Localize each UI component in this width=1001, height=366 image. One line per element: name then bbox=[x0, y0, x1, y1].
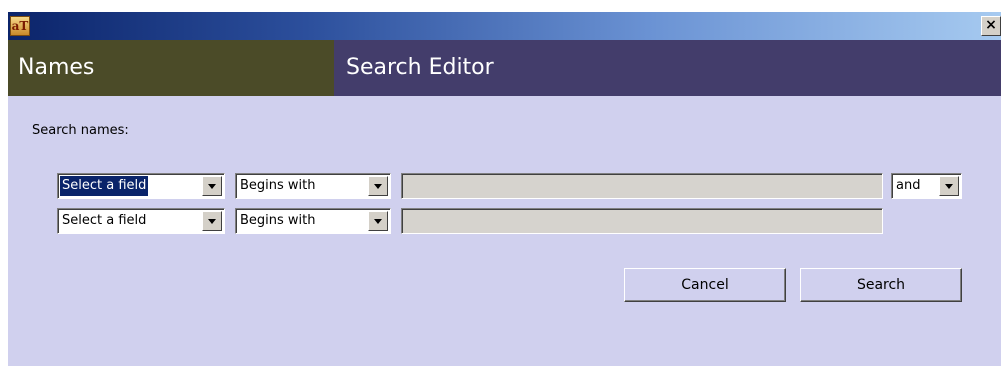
section-title: Names bbox=[8, 40, 334, 96]
operator-select-2[interactable]: Begins with bbox=[235, 208, 391, 234]
field-select-2[interactable]: Select a field bbox=[57, 208, 225, 234]
value-input-2[interactable] bbox=[401, 208, 883, 234]
cancel-button[interactable]: Cancel bbox=[624, 268, 786, 302]
operator-select-1[interactable]: Begins with bbox=[235, 173, 391, 199]
search-editor-window: aT × Names Search Editor Search names: S… bbox=[8, 12, 1001, 366]
field-select-2-value: Select a field bbox=[62, 213, 147, 228]
conjunction-select-value: and bbox=[896, 178, 921, 193]
conjunction-select[interactable]: and bbox=[891, 173, 962, 199]
search-names-label: Search names: bbox=[32, 123, 129, 138]
operator-select-2-value: Begins with bbox=[240, 213, 316, 228]
chevron-down-icon[interactable] bbox=[368, 176, 388, 196]
header-banner: Names Search Editor bbox=[8, 40, 1001, 96]
field-select-1-value: Select a field bbox=[60, 176, 149, 196]
value-input-1[interactable] bbox=[401, 173, 883, 199]
search-button[interactable]: Search bbox=[800, 268, 962, 302]
title-bar[interactable]: aT × bbox=[8, 12, 1001, 40]
operator-select-1-value: Begins with bbox=[240, 178, 316, 193]
app-logo-icon: aT bbox=[10, 16, 30, 36]
chevron-down-icon[interactable] bbox=[202, 176, 222, 196]
field-select-1[interactable]: Select a field bbox=[57, 173, 225, 199]
chevron-down-icon[interactable] bbox=[368, 211, 388, 231]
chevron-down-icon[interactable] bbox=[202, 211, 222, 231]
chevron-down-icon[interactable] bbox=[939, 176, 959, 196]
close-button[interactable]: × bbox=[981, 16, 1001, 36]
page-title: Search Editor bbox=[334, 40, 1001, 96]
